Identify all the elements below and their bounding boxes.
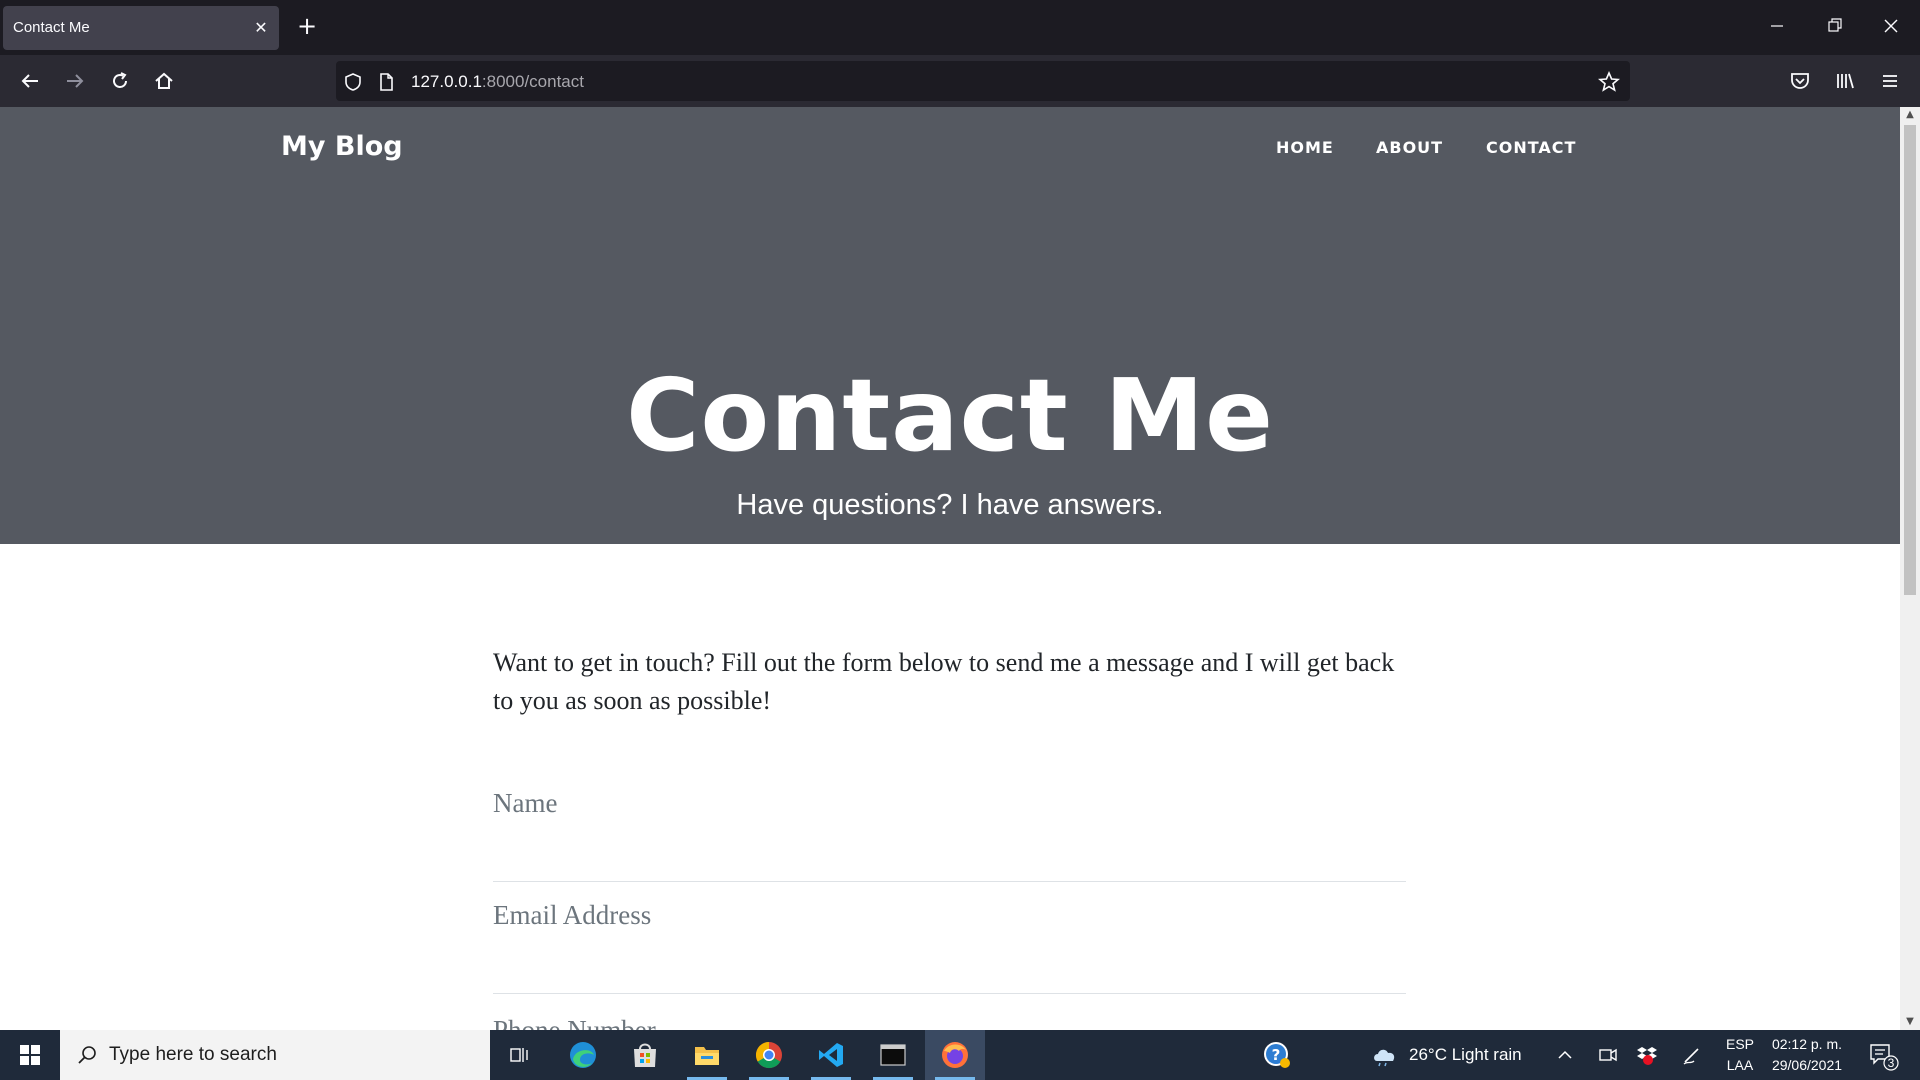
url-path: :8000/contact xyxy=(481,72,584,91)
url-host: 127.0.0.1 xyxy=(411,72,482,91)
page-viewport: My Blog HOME ABOUT CONTACT Contact Me Ha… xyxy=(0,107,1900,1030)
email-field-group xyxy=(493,882,1406,994)
page-scrollbar[interactable]: ▲ ▼ xyxy=(1900,107,1920,1030)
meet-now-icon[interactable] xyxy=(1598,1046,1618,1068)
library-icon[interactable] xyxy=(1831,67,1859,95)
svg-text:?: ? xyxy=(1272,1046,1281,1064)
page-title: Contact Me xyxy=(626,357,1274,474)
scrollbar-thumb[interactable] xyxy=(1904,125,1916,595)
browser-titlebar: Contact Me ✕ + xyxy=(0,0,1920,55)
browser-tab[interactable]: Contact Me ✕ xyxy=(3,6,279,50)
language-top[interactable]: ESP xyxy=(1722,1036,1758,1052)
bookmark-star-icon[interactable] xyxy=(1598,71,1620,93)
nav-home-link[interactable]: HOME xyxy=(1276,138,1334,157)
search-icon xyxy=(76,1044,98,1070)
help-icon[interactable]: ? xyxy=(1247,1030,1307,1080)
scroll-up-arrow-icon[interactable]: ▲ xyxy=(1904,109,1916,121)
nav-contact-link[interactable]: CONTACT xyxy=(1486,138,1576,157)
vscode-icon[interactable] xyxy=(801,1030,861,1080)
phone-field-group xyxy=(493,997,1406,1030)
shield-icon[interactable] xyxy=(342,71,364,93)
pocket-icon[interactable] xyxy=(1786,67,1814,95)
home-icon[interactable] xyxy=(150,67,178,95)
close-window-icon[interactable] xyxy=(1879,14,1903,38)
hero-header: My Blog HOME ABOUT CONTACT Contact Me Ha… xyxy=(0,107,1900,544)
clock-time[interactable]: 02:12 p. m. xyxy=(1764,1036,1850,1052)
scroll-down-arrow-icon[interactable]: ▼ xyxy=(1904,1016,1916,1028)
tab-title: Contact Me xyxy=(13,19,90,36)
dropbox-alert-icon[interactable] xyxy=(1636,1044,1658,1070)
restore-icon[interactable] xyxy=(1823,14,1847,38)
pen-icon[interactable] xyxy=(1681,1044,1703,1070)
tab-close-icon[interactable]: ✕ xyxy=(249,16,273,40)
terminal-icon[interactable] xyxy=(863,1030,923,1080)
url-text[interactable]: 127.0.0.1:8000/contact xyxy=(411,72,584,92)
reload-icon[interactable] xyxy=(106,67,134,95)
page-subtitle: Have questions? I have answers. xyxy=(736,489,1164,521)
microsoft-store-icon[interactable] xyxy=(615,1030,675,1080)
minimize-icon[interactable] xyxy=(1765,14,1789,38)
phone-input[interactable] xyxy=(493,1005,1406,1030)
nav-about-link[interactable]: ABOUT xyxy=(1376,138,1443,157)
weather-text[interactable]: 26°C Light rain xyxy=(1409,1045,1522,1065)
edge-browser-icon[interactable] xyxy=(553,1030,613,1080)
name-field-group xyxy=(493,770,1406,882)
menu-icon[interactable] xyxy=(1876,67,1904,95)
clock-date[interactable]: 29/06/2021 xyxy=(1764,1057,1850,1073)
notification-count-badge: 3 xyxy=(1887,1056,1895,1070)
task-view-icon[interactable] xyxy=(490,1030,550,1080)
new-tab-button[interactable]: + xyxy=(293,12,321,40)
file-explorer-icon[interactable] xyxy=(677,1030,737,1080)
forward-icon[interactable] xyxy=(61,67,89,95)
chrome-icon[interactable] xyxy=(739,1030,799,1080)
firefox-icon[interactable] xyxy=(925,1030,985,1080)
back-icon[interactable] xyxy=(16,67,44,95)
browser-toolbar: 127.0.0.1:8000/contact xyxy=(0,55,1920,107)
search-placeholder: Type here to search xyxy=(109,1044,277,1065)
tray-chevron-up-icon[interactable] xyxy=(1556,1046,1574,1068)
windows-start-icon[interactable] xyxy=(0,1030,60,1080)
weather-cloud-icon[interactable] xyxy=(1371,1043,1399,1071)
windows-taskbar: Type here to search ? 26°C Light rain ES… xyxy=(0,1030,1920,1080)
taskbar-search-box[interactable]: Type here to search xyxy=(60,1030,490,1080)
email-input[interactable] xyxy=(493,890,1406,940)
site-brand-link[interactable]: My Blog xyxy=(281,131,403,162)
language-bottom[interactable]: LAA xyxy=(1722,1057,1758,1073)
intro-text: Want to get in touch? Fill out the form … xyxy=(493,648,1395,715)
page-icon[interactable] xyxy=(375,71,397,93)
address-bar[interactable]: 127.0.0.1:8000/contact xyxy=(336,61,1630,101)
name-input[interactable] xyxy=(493,778,1406,828)
